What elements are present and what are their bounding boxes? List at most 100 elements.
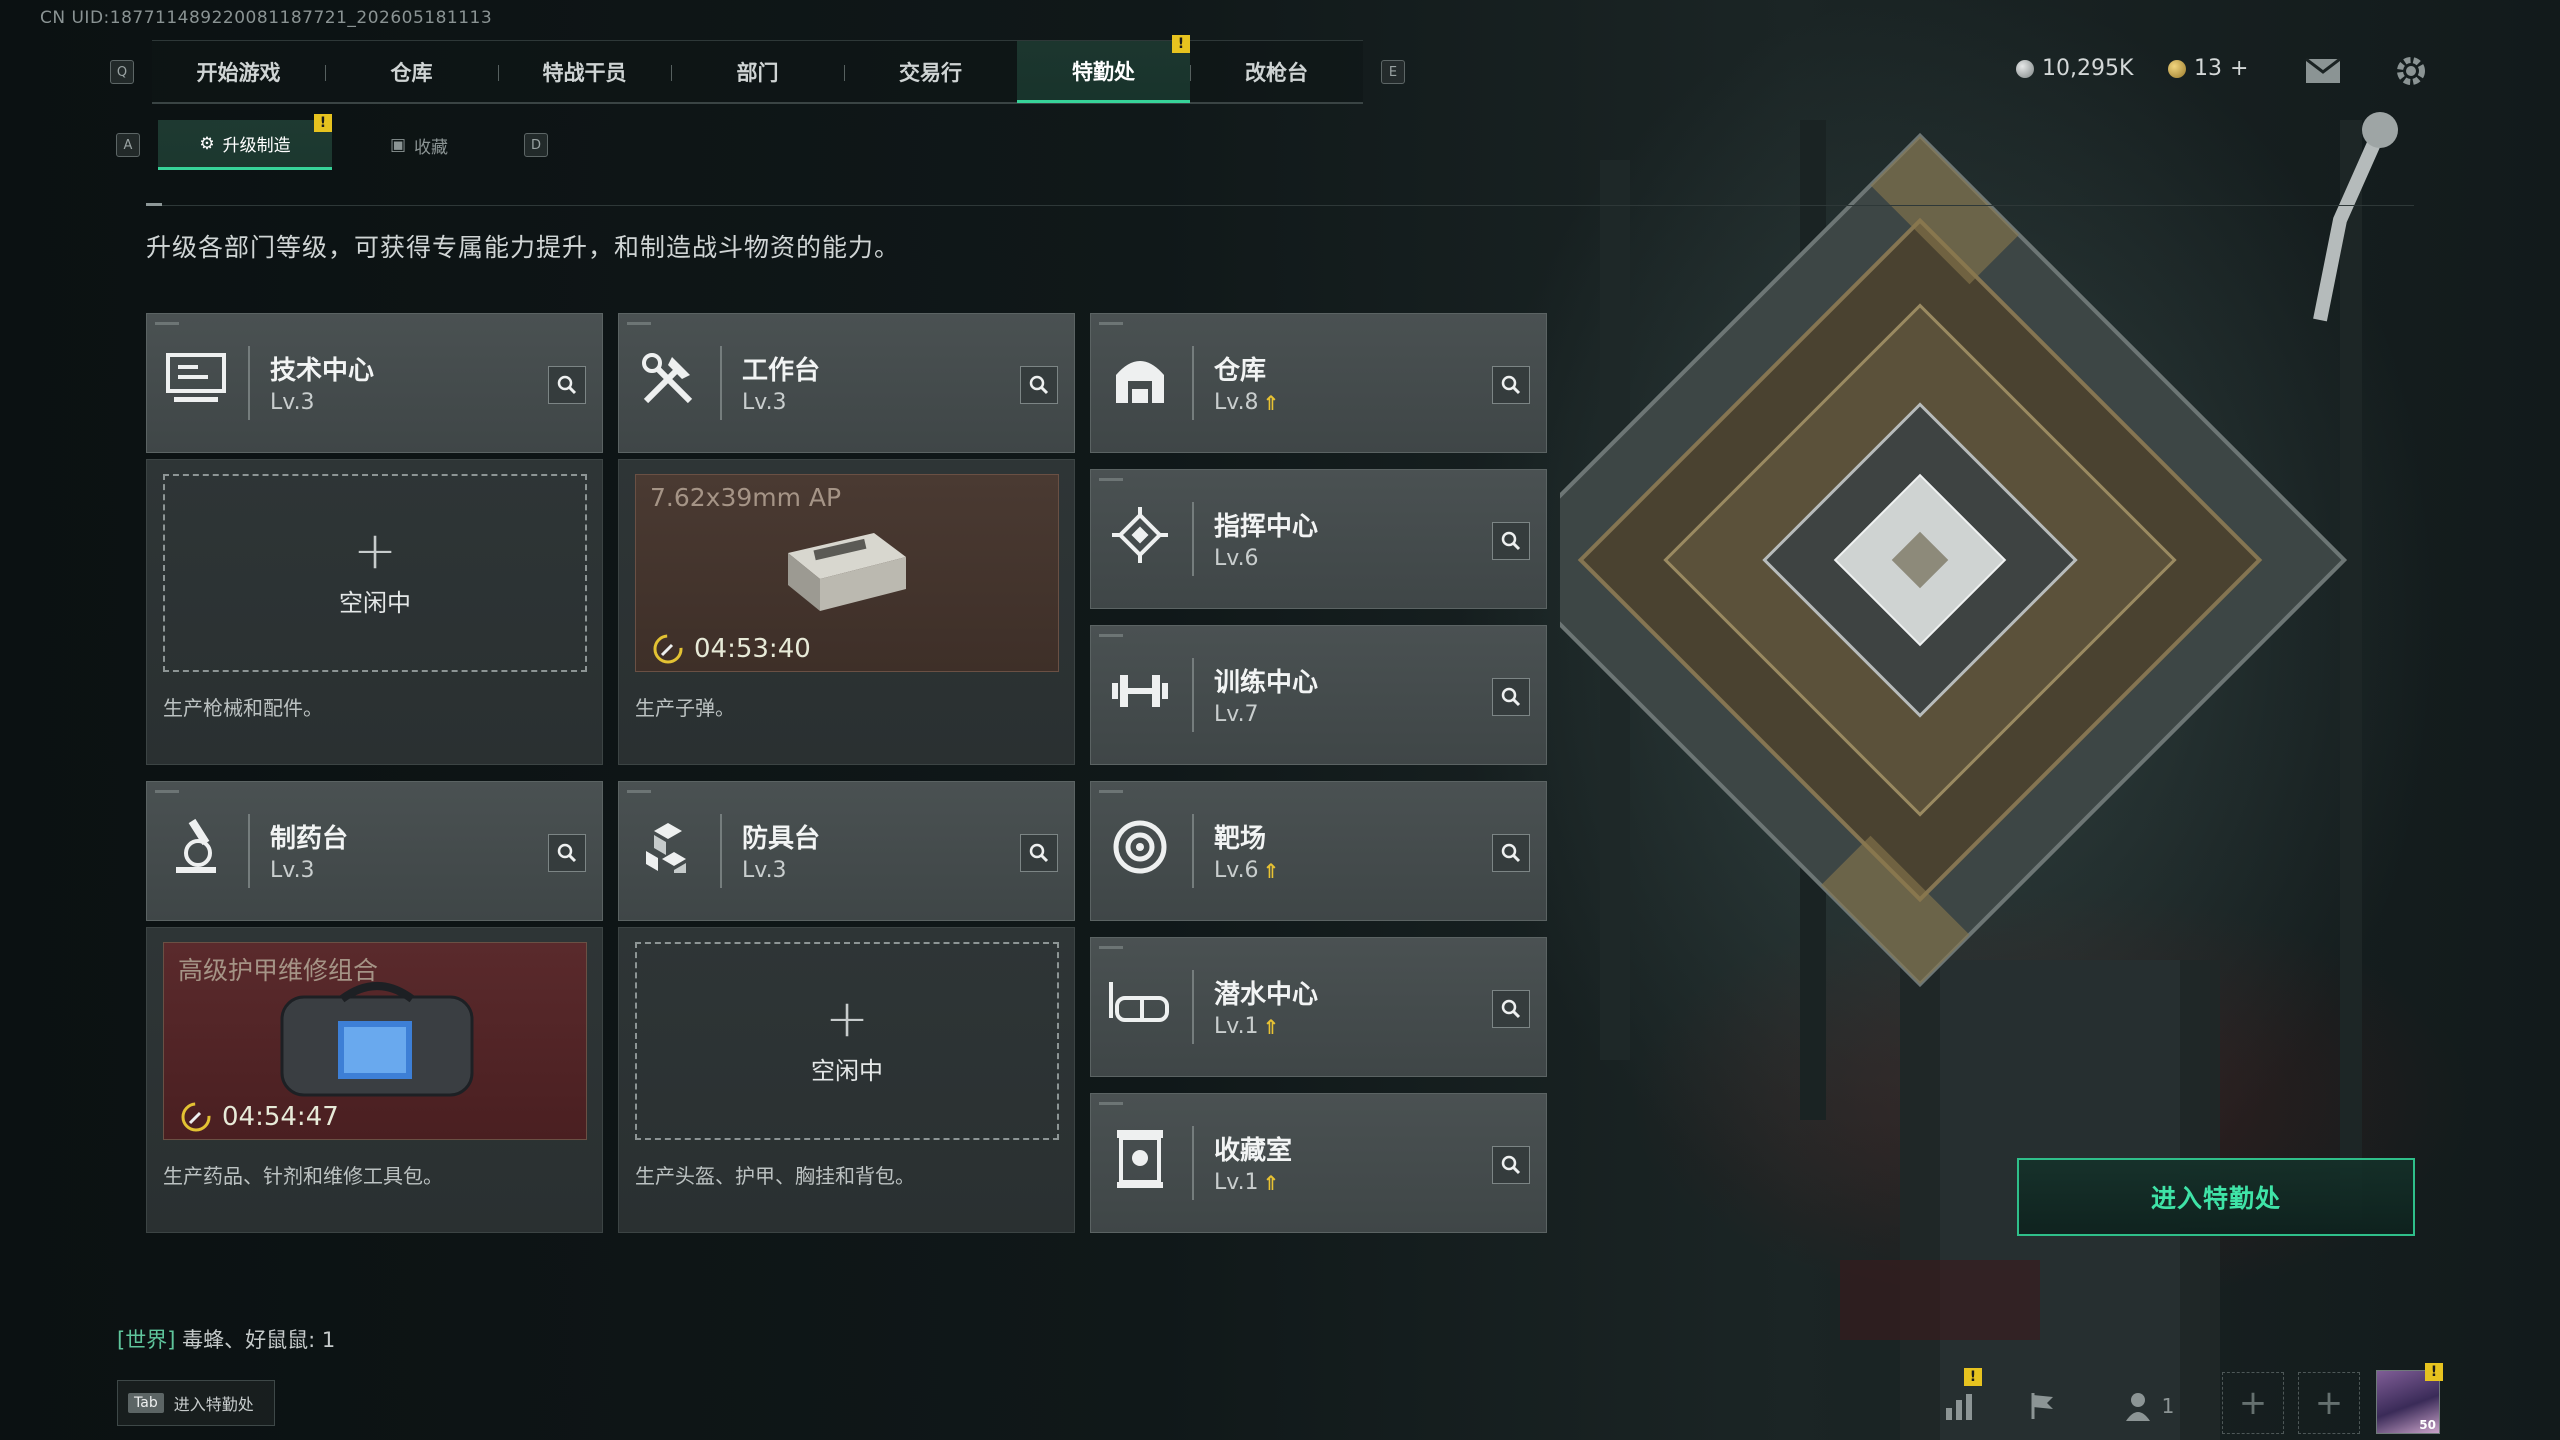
facility-name: 技术中心 [270, 356, 375, 386]
facility-card-tech-center[interactable]: 技术中心 Lv.3 [146, 313, 603, 453]
friends-button[interactable]: 1 [2110, 1378, 2190, 1434]
upgrade-arrow-icon: ⇑ [1262, 390, 1280, 415]
dumbbell-icon [1105, 656, 1175, 726]
facility-card-warehouse[interactable]: 仓库 Lv.8 ⇑ [1090, 313, 1547, 453]
premium-add-button[interactable]: + [2230, 56, 2248, 81]
facility-name: 潜水中心 [1214, 980, 1319, 1010]
tab-operators[interactable]: 特战干员 [498, 41, 671, 103]
facility-level-text: Lv.1 [1214, 1170, 1259, 1195]
enter-special-ops-button[interactable]: 进入特勤处 [2017, 1158, 2415, 1236]
empty-slot[interactable]: + 空闲中 [163, 474, 587, 672]
facility-name: 训练中心 [1214, 668, 1319, 698]
facility-card-workbench[interactable]: 工作台 Lv.3 [618, 313, 1075, 453]
nav-prev-key[interactable]: Q [110, 60, 134, 84]
card-corner-mark [1099, 478, 1123, 481]
card-corner-mark [1099, 790, 1123, 793]
card-corner-mark [1099, 634, 1123, 637]
facility-card-command-center[interactable]: 指挥中心 Lv.6 [1090, 469, 1547, 609]
upgrade-arrow-icon: ⇑ [1262, 858, 1280, 883]
search-icon[interactable] [1020, 366, 1058, 404]
facility-level-text: Lv.3 [270, 390, 315, 415]
slot-status: 空闲中 [811, 1056, 883, 1085]
upgrade-arrow-icon: ⇑ [1262, 1014, 1280, 1039]
chat-line[interactable]: [世界] 毒蜂、好鼠鼠: 1 [117, 1324, 335, 1354]
mail-icon[interactable] [2304, 52, 2342, 90]
repair-kit-bag-icon [280, 982, 474, 1097]
production-slot[interactable]: 7.62x39mm AP 04:53:40 [635, 474, 1059, 672]
facility-card-diving-center[interactable]: 潜水中心 Lv.1 ⇑ [1090, 937, 1547, 1077]
wrench-timer-icon [181, 1102, 211, 1132]
tab-collection[interactable]: ▣ 收藏 [332, 120, 506, 170]
search-icon[interactable] [548, 834, 586, 872]
subnav-prev-key[interactable]: A [116, 133, 140, 157]
tab-gunsmith[interactable]: 改枪台 [1190, 41, 1363, 103]
card-separator [1192, 346, 1194, 420]
warning-badge: ! [1964, 1368, 1982, 1386]
tab-department[interactable]: 部门 [671, 41, 844, 103]
facility-card-armor-bench[interactable]: 防具台 Lv.3 [618, 781, 1075, 921]
tab-special-ops-label: 特勤处 [1072, 59, 1135, 84]
tab-start-game[interactable]: 开始游戏 [152, 41, 325, 103]
production-panel-tech-center: + 空闲中 生产枪械和配件。 [146, 459, 603, 765]
display-case-icon [1105, 1124, 1175, 1194]
card-corner-mark [155, 790, 179, 793]
production-panel-armor-bench: + 空闲中 生产头盔、护甲、胸挂和背包。 [618, 927, 1075, 1233]
tab-special-ops[interactable]: 特勤处 ! [1017, 35, 1190, 103]
squad-slot-2[interactable]: + [2298, 1372, 2360, 1434]
diving-mask-icon [1105, 968, 1175, 1038]
search-icon[interactable] [1492, 522, 1530, 560]
card-corner-mark [155, 322, 179, 325]
coin-balance: 10,295K [2016, 56, 2133, 81]
search-icon[interactable] [1492, 990, 1530, 1028]
sub-tabs: ⚙ 升级制造 ! ▣ 收藏 [158, 114, 506, 170]
facility-card-pharmacy[interactable]: 制药台 Lv.3 [146, 781, 603, 921]
search-icon[interactable] [1492, 678, 1530, 716]
plus-icon: + [825, 988, 869, 1049]
tab-trading[interactable]: 交易行 [844, 41, 1017, 103]
upgrade-icon: ⚙ [199, 133, 215, 154]
search-icon[interactable] [1492, 834, 1530, 872]
facility-level: Lv.3 [742, 858, 787, 883]
tab-upgrade-craft[interactable]: ⚙ 升级制造 ! [158, 114, 332, 170]
empty-slot[interactable]: + 空闲中 [635, 942, 1059, 1140]
facility-card-training-center[interactable]: 训练中心 Lv.7 [1090, 625, 1547, 765]
plus-icon: + [353, 520, 397, 581]
production-timer: 04:54:47 [180, 1101, 339, 1133]
gear-icon[interactable] [2392, 52, 2430, 90]
flag-icon[interactable] [2014, 1378, 2074, 1434]
cubes-icon [633, 812, 703, 882]
search-icon[interactable] [1020, 834, 1058, 872]
facility-level-text: Lv.6 [1214, 546, 1259, 571]
production-panel-workbench: 7.62x39mm AP 04:53:40 生产子弹。 [618, 459, 1075, 765]
facility-level: Lv.3 [270, 390, 315, 415]
chat-message: 毒蜂、好鼠鼠: 1 [175, 1328, 336, 1352]
premium-balance[interactable]: 13 + [2168, 56, 2248, 81]
facility-card-range[interactable]: 靶场 Lv.6 ⇑ [1090, 781, 1547, 921]
tab-warehouse[interactable]: 仓库 [325, 41, 498, 103]
card-separator [720, 814, 722, 888]
production-timer: 04:53:40 [652, 633, 811, 665]
subnav-next-key[interactable]: D [524, 133, 548, 157]
search-icon[interactable] [1492, 1146, 1530, 1184]
timer-text: 04:53:40 [694, 634, 811, 664]
facility-name: 指挥中心 [1214, 512, 1319, 542]
nav-next-key[interactable]: E [1381, 60, 1405, 84]
facility-name: 制药台 [270, 824, 349, 854]
production-slot[interactable]: 高级护甲维修组合 04:54:47 [163, 942, 587, 1140]
search-icon[interactable] [1492, 366, 1530, 404]
card-separator [1192, 970, 1194, 1044]
coin-icon [2016, 59, 2034, 78]
warning-badge: ! [1172, 35, 1190, 53]
tab-hint[interactable]: Tab 进入特勤处 [117, 1380, 275, 1426]
search-icon[interactable] [548, 366, 586, 404]
facility-level: Lv.6 ⇑ [1214, 858, 1279, 883]
tab-hint-label: 进入特勤处 [173, 1395, 254, 1414]
card-separator [720, 346, 722, 420]
production-panel-pharmacy: 高级护甲维修组合 04:54:47 生产药品、针剂和维修工具包。 [146, 927, 603, 1233]
facility-card-collection-room[interactable]: 收藏室 Lv.1 ⇑ [1090, 1093, 1547, 1233]
avatar[interactable]: 50 ! [2376, 1363, 2443, 1434]
avatar-level: 50 [2419, 1418, 2436, 1432]
stats-icon[interactable]: ! [1930, 1368, 1990, 1434]
tab-collection-label: 收藏 [414, 137, 449, 158]
squad-slot-1[interactable]: + [2222, 1372, 2284, 1434]
